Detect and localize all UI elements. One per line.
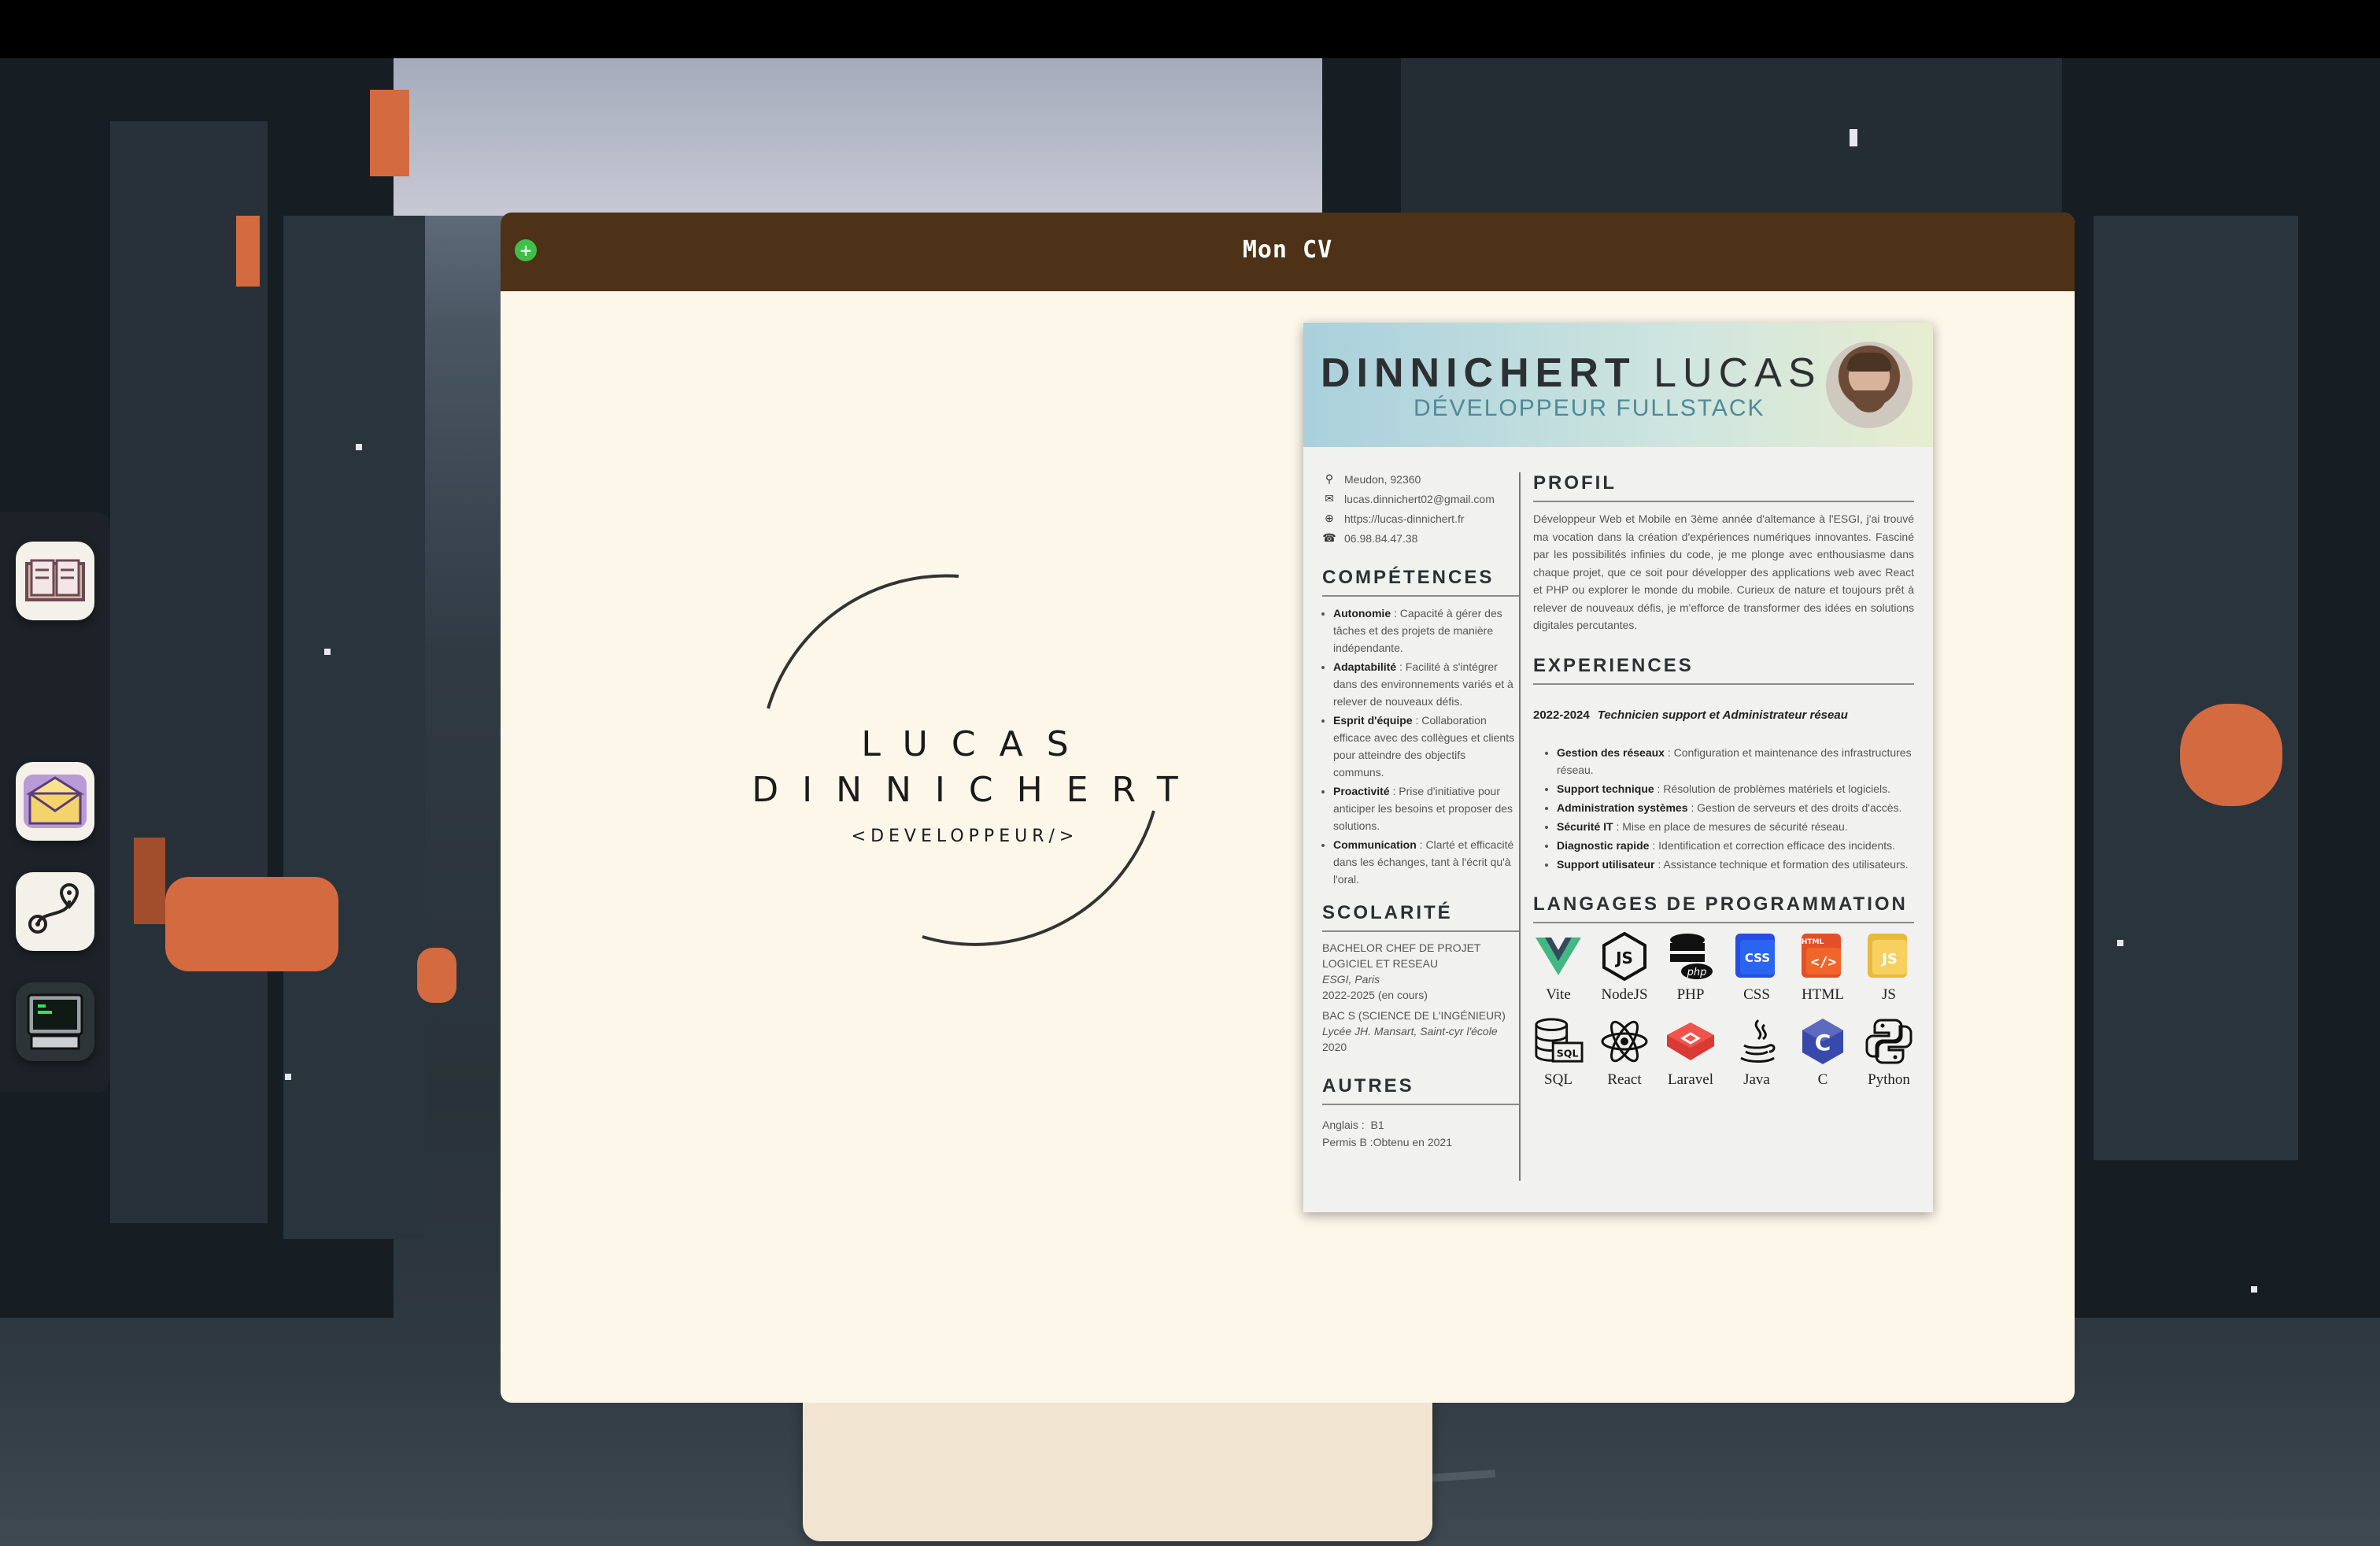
window-titlebar[interactable]: + Mon CV (501, 213, 2075, 291)
lang-nodejs: JS NodeJS (1591, 931, 1658, 1004)
cv-header: DINNICHERT LUCAS DÉVELOPPEUR FULLSTACK (1303, 323, 1933, 447)
profil-heading: PROFIL (1533, 472, 1914, 502)
cv-document: DINNICHERT LUCAS DÉVELOPPEUR FULLSTACK ⚲… (1303, 323, 1933, 1212)
list-item: Esprit d'équipe : Collaboration efficace… (1333, 712, 1519, 781)
school-entry: BACHELOR CHEF DE PROJET LOGICIEL ET RESE… (1322, 941, 1481, 1001)
cv-full-name: DINNICHERT LUCAS (1321, 350, 1822, 397)
lang-c: C C (1790, 1016, 1856, 1089)
list-item: Adaptabilité : Facilité à s'intégrer dan… (1333, 658, 1519, 710)
cv-window: + Mon CV LUCAS DINNICHERT <DEVELOPPEUR/>… (501, 213, 2075, 1403)
logo-first-name: LUCAS (861, 724, 1092, 764)
svg-text:SQL: SQL (1557, 1047, 1579, 1059)
experience-list: Gestion des réseaux : Configuration et m… (1533, 744, 1914, 873)
autres-heading: AUTRES (1322, 1075, 1519, 1105)
dock-map-app[interactable] (16, 872, 94, 951)
react-icon (1601, 1020, 1648, 1062)
langages-grid: Vite JS NodeJS php PHP CSS CSS HTML </> H… (1525, 931, 1914, 1089)
mail-icon (24, 775, 87, 828)
list-item: Gestion des réseaux : Configuration et m… (1557, 744, 1914, 779)
cv-role: DÉVELOPPEUR FULLSTACK (1414, 395, 1765, 421)
svg-text:</>: </> (1811, 954, 1837, 971)
logo-subtitle: <DEVELOPPEUR/> (851, 827, 1079, 846)
dock (0, 512, 1432, 1541)
contact-location: ⚲ Meudon, 92360 (1322, 472, 1519, 486)
lang-vite: Vite (1525, 931, 1591, 1004)
lang-sql: SQL SQL (1525, 1016, 1591, 1089)
lang-python: Python (1856, 1016, 1922, 1089)
list-item: Proactivité : Prise d'initiative pour an… (1333, 782, 1519, 834)
email-text[interactable]: lucas.dinnichert02@gmail.com (1344, 493, 1495, 505)
java-icon (1740, 1019, 1776, 1063)
contact-website: ⊕ https://lucas-dinnichert.fr (1322, 512, 1519, 525)
experience-title: 2022-2024 Technicien support et Administr… (1533, 708, 1848, 722)
list-item: Autonomie : Capacité à gérer des tâches … (1333, 605, 1519, 656)
signature-logo: LUCAS DINNICHERT <DEVELOPPEUR/> (721, 567, 1209, 976)
profile-photo (1826, 342, 1913, 428)
dock-mail-app[interactable] (16, 762, 94, 841)
js-icon: JS (1868, 933, 1907, 978)
contact-phone: ☎ 06.98.84.47.38 (1322, 531, 1519, 545)
cv-right-column: PROFIL Développeur Web et Mobile en 3ème… (1533, 472, 1914, 1089)
svg-text:JS: JS (1880, 951, 1898, 967)
route-map-icon (28, 882, 79, 934)
column-divider (1519, 472, 1521, 1181)
profil-text: Développeur Web et Mobile en 3ème année … (1533, 512, 1914, 631)
competences-list: Autonomie : Capacité à gérer des tâches … (1322, 605, 1519, 888)
website-link[interactable]: https://lucas-dinnichert.fr (1344, 512, 1465, 525)
list-item: Communication : Clarté et efficacité dan… (1333, 836, 1519, 888)
location-pin-icon: ⚲ (1325, 472, 1334, 485)
list-item: Administration systèmes : Gestion de ser… (1557, 799, 1914, 816)
laravel-icon (1667, 1022, 1714, 1060)
nodejs-icon: JS (1602, 931, 1646, 981)
php-icon: php (1670, 933, 1713, 979)
css-icon: CSS (1735, 933, 1775, 978)
lang-php: php PHP (1658, 931, 1724, 1004)
school-entry: BAC S (SCIENCE DE L'INGÉNIEUR) Lycée JH.… (1322, 1009, 1506, 1053)
globe-icon: ⊕ (1325, 512, 1334, 524)
book-icon (25, 559, 85, 601)
dock-terminal-app[interactable] (16, 982, 94, 1061)
top-menu-bar (0, 0, 2380, 58)
competences-heading: COMPÉTENCES (1322, 567, 1519, 597)
lang-laravel: Laravel (1658, 1016, 1724, 1089)
location-text: Meudon, 92360 (1344, 472, 1421, 486)
contact-email: ✉ lucas.dinnichert02@gmail.com (1322, 492, 1519, 505)
html-icon: HTML </> (1802, 933, 1841, 978)
svg-text:php: php (1687, 967, 1707, 978)
mail-icon: ✉ (1325, 492, 1334, 505)
c-icon: C (1802, 1018, 1843, 1064)
list-item: Diagnostic rapide : Identification et co… (1557, 837, 1914, 854)
list-item: Support utilisateur : Assistance techniq… (1557, 856, 1914, 873)
scolarite-heading: SCOLARITÉ (1322, 902, 1519, 932)
window-title: Mon CV (1242, 236, 1333, 264)
cv-first-name: LUCAS (1654, 350, 1822, 396)
lang-java: Java (1724, 1016, 1790, 1089)
list-item: Sécurité IT : Mise en place de mesures d… (1557, 818, 1914, 835)
dock-book-app[interactable] (16, 542, 94, 620)
sql-icon: SQL (1535, 1017, 1584, 1063)
terminal-icon (27, 993, 83, 1050)
experiences-heading: EXPERIENCES (1533, 655, 1914, 685)
vue-icon (1536, 937, 1581, 975)
svg-text:C: C (1815, 1030, 1831, 1056)
svg-text:CSS: CSS (1745, 951, 1770, 965)
lang-html: HTML </> HTML (1790, 931, 1856, 1004)
cv-last-name: DINNICHERT (1321, 350, 1636, 396)
lang-react: React (1591, 1016, 1658, 1089)
permis-line: Permis B :Obtenu en 2021 (1322, 1136, 1452, 1148)
python-icon (1865, 1019, 1913, 1063)
list-item: Support technique : Résolution de problè… (1557, 780, 1914, 797)
phone-text: 06.98.84.47.38 (1344, 531, 1418, 545)
anglais-line: Anglais : B1 (1322, 1119, 1384, 1131)
logo-last-name: DINNICHERT (752, 770, 1202, 810)
lang-css: CSS CSS (1724, 931, 1790, 1004)
langages-heading: LANGAGES DE PROGRAMMATION (1533, 893, 1914, 923)
svg-text:JS: JS (1614, 949, 1633, 967)
phone-icon: ☎ (1322, 531, 1336, 544)
lang-js: JS JS (1856, 931, 1922, 1004)
svg-text:HTML: HTML (1802, 938, 1824, 946)
cv-left-column: ⚲ Meudon, 92360 ✉ lucas.dinnichert02@gma… (1322, 472, 1519, 1151)
